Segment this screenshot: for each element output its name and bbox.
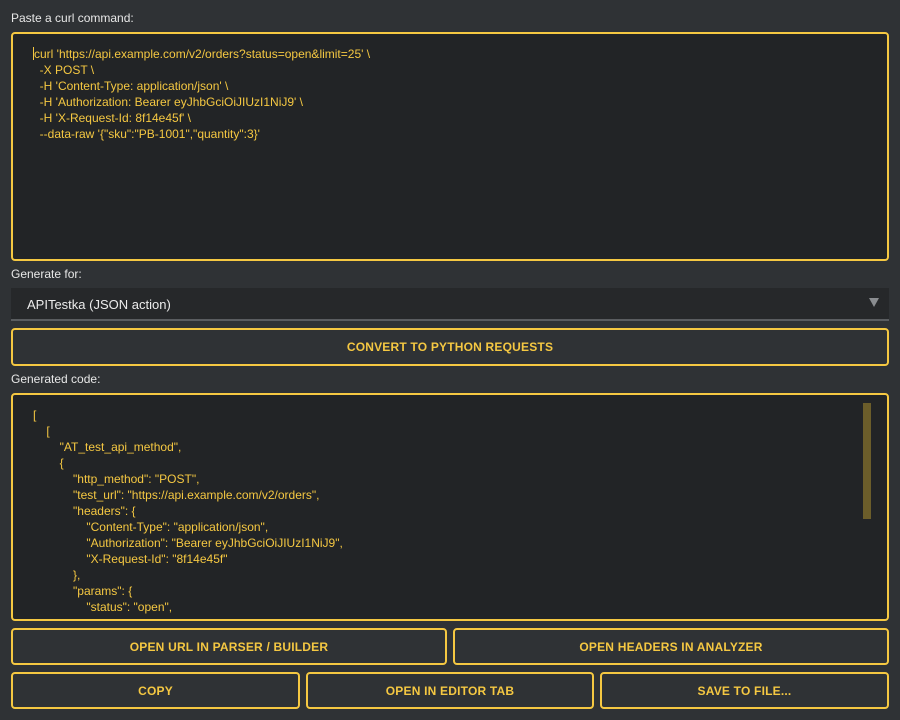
- code-line: "test_url": "https://api.example.com/v2/…: [33, 488, 320, 502]
- generated-code-output[interactable]: [ [ "AT_test_api_method", { "http_method…: [11, 393, 889, 621]
- code-line: "AT_test_api_method",: [33, 440, 182, 454]
- curl-line: -H 'Authorization: Bearer eyJhbGciOiJIUz…: [33, 95, 304, 109]
- curl-line: --data-raw '{"sku":"PB-1001","quantity":…: [33, 127, 260, 141]
- open-url-parser-button[interactable]: OPEN URL IN PARSER / BUILDER: [11, 628, 447, 665]
- curl-line: curl 'https://api.example.com/v2/orders?…: [34, 47, 371, 61]
- code-line: "status": "open",: [33, 600, 173, 614]
- code-line: },: [33, 568, 81, 582]
- code-line: {: [33, 456, 64, 470]
- generate-for-label: Generate for:: [11, 267, 82, 281]
- save-to-file-button[interactable]: SAVE TO FILE...: [600, 672, 889, 709]
- curl-input[interactable]: curl 'https://api.example.com/v2/orders?…: [11, 32, 889, 261]
- curl-input-label: Paste a curl command:: [11, 11, 134, 25]
- code-line: "headers": {: [33, 504, 136, 518]
- code-line: "Authorization": "Bearer eyJhbGciOiJIUzI…: [33, 536, 343, 550]
- convert-button[interactable]: CONVERT TO PYTHON REQUESTS: [11, 328, 889, 366]
- curl-line: -H 'X-Request-Id: 8f14e45f' \: [33, 111, 191, 125]
- output-scrollbar[interactable]: [863, 403, 871, 519]
- code-line: "Content-Type": "application/json",: [33, 520, 269, 534]
- generated-code-label: Generated code:: [11, 372, 101, 386]
- copy-button[interactable]: COPY: [11, 672, 300, 709]
- code-line: [: [33, 408, 37, 422]
- code-line: [: [33, 424, 50, 438]
- open-headers-analyzer-button[interactable]: OPEN HEADERS IN ANALYZER: [453, 628, 889, 665]
- chevron-down-icon: [869, 298, 879, 307]
- generate-for-value: APITestka (JSON action): [27, 297, 171, 312]
- code-line: "http_method": "POST",: [33, 472, 200, 486]
- curl-line: -H 'Content-Type: application/json' \: [33, 79, 229, 93]
- open-editor-tab-button[interactable]: OPEN IN EDITOR TAB: [306, 672, 594, 709]
- scrollbar-thumb[interactable]: [863, 403, 871, 519]
- generate-for-select[interactable]: APITestka (JSON action): [11, 288, 889, 321]
- code-line: "X-Request-Id": "8f14e45f": [33, 552, 228, 566]
- code-line: "params": {: [33, 584, 133, 598]
- curl-line: -X POST \: [33, 63, 95, 77]
